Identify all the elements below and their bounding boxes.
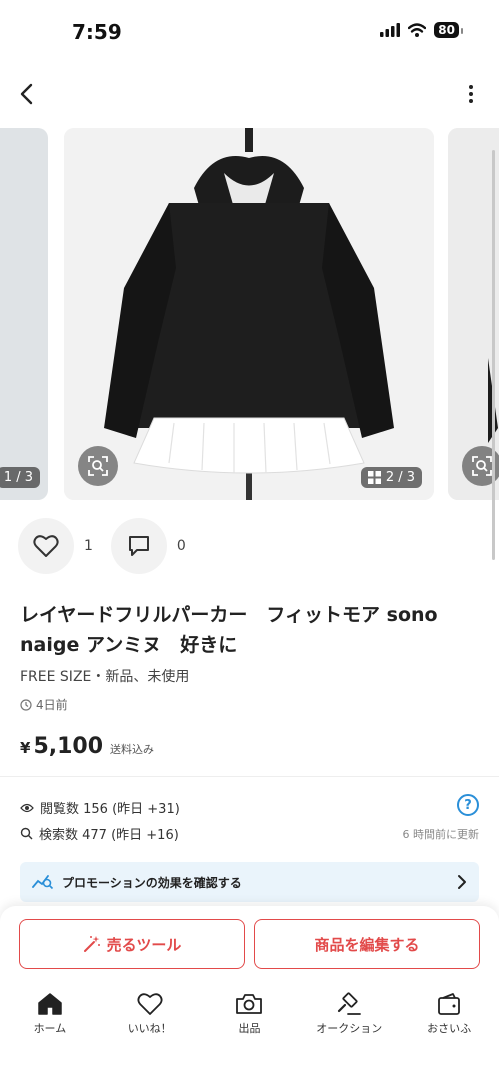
tab-bar: ホーム いいね！ 出品 オークション おさいふ [0,988,499,1048]
product-image-prev[interactable]: 1 / 3 [0,128,48,500]
tab-home[interactable]: ホーム [0,988,100,1048]
tab-sell-label: 出品 [238,1022,261,1035]
chevron-left-icon [20,83,33,105]
promotion-label: プロモーションの効果を確認する [62,875,242,890]
zoom-button[interactable] [78,446,118,486]
back-button[interactable] [12,80,40,108]
social-actions: 1 0 [18,518,204,574]
scrollbar[interactable] [492,150,495,560]
search-stats: 検索数 477 (昨日 +16) [20,824,179,843]
more-options-button[interactable] [463,80,479,108]
chevron-right-icon [458,875,466,889]
edit-item-button[interactable]: 商品を編集する [254,919,480,969]
tab-auction-label: オークション [316,1022,383,1035]
posted-time-label: 4日前 [36,698,68,712]
sell-tool-label: 売るツール [106,935,182,954]
heart-icon [33,535,59,557]
wallet-icon [438,993,460,1015]
zoom-scan-icon [88,456,108,476]
shipping-label: 送料込み [110,743,155,756]
clock-icon [20,698,32,711]
comment-icon [128,536,149,556]
heart-icon [137,993,163,1015]
price-symbol: ¥ [20,739,31,757]
battery-indicator: 80 [434,22,463,38]
sell-tool-button[interactable]: 売るツール [19,919,245,969]
comment-button[interactable] [110,518,167,574]
like-count: 1 [84,538,93,554]
wifi-icon [408,23,427,37]
search-stats-label: 検索数 477 (昨日 +16) [39,828,179,843]
status-icons: 80 [380,22,463,38]
bottom-panel: 売るツール 商品を編集する ホーム いいね！ 出品 オークション おさいふ [0,906,499,1080]
camera-icon [236,994,263,1014]
image-carousel[interactable]: 1 / 3 2 / 3 [0,128,499,500]
home-icon [38,993,62,1015]
price-value: 5,100 [33,734,104,759]
tab-wallet-label: おさいふ [427,1022,472,1035]
price: ¥ 5,100 送料込み [20,734,154,759]
signal-icon [380,23,401,37]
nav-bar [0,70,499,118]
item-condition: FREE SIZE・新品、未使用 [20,669,190,685]
chart-magnifier-icon [32,875,54,890]
updated-time: 6 時間前に更新 [402,828,480,841]
promotion-banner[interactable]: プロモーションの効果を確認する [20,862,479,902]
tab-likes-label: いいね！ [127,1022,172,1035]
edit-item-label: 商品を編集する [314,935,420,954]
posted-time: 4日前 [20,696,68,713]
status-time: 7:59 [72,20,122,44]
more-vertical-icon [469,85,473,103]
grid-icon [367,471,381,484]
tab-wallet[interactable]: おさいふ [399,988,499,1048]
image-counter-prev: 1 / 3 [0,467,40,488]
view-stats: 閲覧数 156 (昨日 +31) [20,798,180,817]
search-icon [20,827,33,840]
tab-home-label: ホーム [33,1022,67,1035]
zoom-scan-icon [472,456,492,476]
like-button[interactable] [18,518,74,574]
tab-likes[interactable]: いいね！ [100,988,200,1048]
comment-count: 0 [176,538,186,554]
view-stats-label: 閲覧数 156 (昨日 +31) [40,802,180,817]
tab-auction[interactable]: オークション [299,988,399,1048]
auction-icon [338,992,362,1015]
product-photo-hoodie [64,128,434,500]
tab-sell[interactable]: 出品 [200,988,300,1048]
status-bar: 7:59 80 [0,0,499,62]
magic-wand-icon [83,936,100,952]
help-button[interactable]: ? [457,794,479,816]
eye-icon [20,803,34,812]
image-counter: 2 / 3 [360,467,422,488]
product-image-main[interactable]: 2 / 3 [64,128,434,500]
divider [0,776,499,777]
item-title: レイヤードフリルパーカー フィットモア sono naige アンミヌ 好きに [20,604,438,656]
